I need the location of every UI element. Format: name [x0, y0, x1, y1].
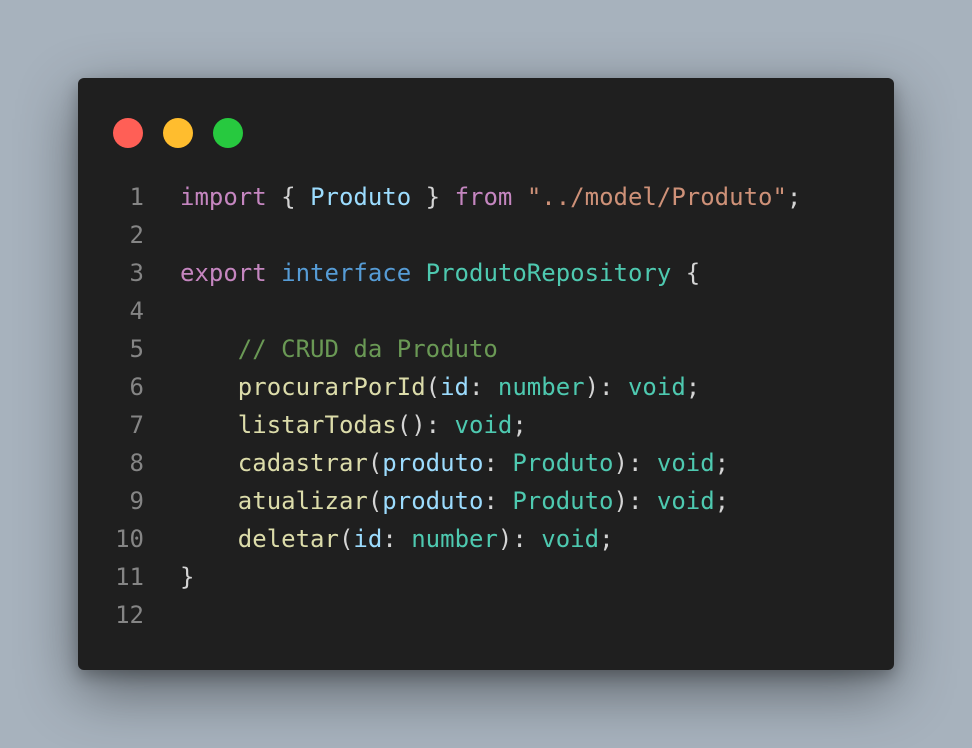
code-token: import	[180, 183, 267, 211]
code-token: Produto	[310, 183, 412, 211]
code-token: :	[469, 373, 498, 401]
line-number: 12	[115, 601, 144, 629]
code-token: id	[353, 525, 383, 553]
code-token: deletar	[237, 525, 339, 553]
line-number: 3	[129, 259, 144, 287]
code-line: 8 cadastrar(produto: Produto): void;	[78, 444, 894, 482]
line-number: 4	[129, 297, 144, 325]
code-token: id	[440, 373, 469, 401]
code-block: 1 import { Produto } from "../model/Produ…	[78, 178, 894, 634]
code-token: ;	[599, 525, 614, 553]
code-token: Produto	[512, 449, 614, 477]
code-line: 9 atualizar(produto: Produto): void;	[78, 482, 894, 520]
window-controls	[113, 118, 243, 148]
code-line: 7 listarTodas(): void;	[78, 406, 894, 444]
code-line: 11}	[78, 558, 894, 596]
code-token: void	[627, 373, 686, 401]
code-window: 1 import { Produto } from "../model/Produ…	[78, 78, 894, 670]
code-token: produto	[382, 487, 484, 515]
code-token: from	[454, 183, 513, 211]
line-number: 11	[115, 563, 144, 591]
code-token: ;	[512, 411, 527, 439]
code-token: ;	[714, 487, 730, 515]
line-source: listarTodas(): void;	[180, 406, 527, 444]
code-token: void	[454, 411, 513, 439]
code-token: (	[425, 373, 441, 401]
code-token: ):	[613, 449, 657, 477]
code-token: ;	[786, 183, 802, 211]
code-line: 6 procurarPorId(id: number): void;	[78, 368, 894, 406]
line-source: // CRUD da Produto	[180, 330, 498, 368]
line-number: 10	[115, 525, 144, 553]
line-number: 9	[129, 487, 144, 515]
code-token: {	[671, 259, 701, 287]
line-source: procurarPorId(id: number): void;	[180, 368, 700, 406]
code-line: 4	[78, 292, 894, 330]
code-token: // CRUD da Produto	[237, 335, 498, 363]
code-token: ;	[685, 373, 701, 401]
minimize-dot[interactable]	[163, 118, 193, 148]
code-token: :	[382, 525, 412, 553]
code-token: atualizar	[237, 487, 368, 515]
line-source: import { Produto } from "../model/Produt…	[180, 178, 801, 216]
line-number: 5	[129, 335, 144, 363]
code-token: "../model/Produto"	[526, 183, 787, 211]
line-source: }	[180, 558, 194, 596]
code-token: export	[180, 259, 267, 287]
code-token: ;	[714, 449, 730, 477]
code-token: ():	[396, 411, 455, 439]
code-token: (	[367, 449, 383, 477]
code-token: void	[656, 449, 715, 477]
code-line: 2	[78, 216, 894, 254]
code-token: procurarPorId	[237, 373, 426, 401]
code-line: 3 export interface ProdutoRepository {	[78, 254, 894, 292]
line-source: cadastrar(produto: Produto): void;	[180, 444, 729, 482]
code-line: 12	[78, 596, 894, 634]
line-number: 8	[129, 449, 144, 477]
code-token: :	[483, 487, 513, 515]
code-token: void	[541, 525, 600, 553]
line-number: 6	[129, 373, 144, 401]
close-dot[interactable]	[113, 118, 143, 148]
code-token: Produto	[512, 487, 614, 515]
code-token: (	[367, 487, 383, 515]
line-number: 7	[129, 411, 144, 439]
code-token: produto	[382, 449, 484, 477]
code-token: }	[411, 183, 455, 211]
code-token: :	[483, 449, 513, 477]
code-token: listarTodas	[237, 411, 397, 439]
code-token: }	[180, 563, 195, 591]
code-line: 10 deletar(id: number): void;	[78, 520, 894, 558]
maximize-dot[interactable]	[213, 118, 243, 148]
code-line: 5 // CRUD da Produto	[78, 330, 894, 368]
code-token: number	[411, 525, 498, 553]
code-token: ProdutoRepository	[425, 259, 672, 287]
code-token: ):	[584, 373, 628, 401]
code-token: interface	[281, 259, 412, 287]
line-number: 1	[129, 183, 144, 211]
code-token: cadastrar	[237, 449, 368, 477]
line-source: atualizar(produto: Produto): void;	[180, 482, 729, 520]
line-source: deletar(id: number): void;	[180, 520, 614, 558]
code-token: ):	[497, 525, 542, 553]
code-token: {	[266, 183, 311, 211]
line-number: 2	[129, 221, 144, 249]
code-token: number	[497, 373, 585, 401]
code-token: (	[338, 525, 354, 553]
code-token: void	[656, 487, 715, 515]
line-source: export interface ProdutoRepository {	[180, 254, 700, 292]
code-token: ):	[613, 487, 657, 515]
code-line: 1 import { Produto } from "../model/Produ…	[78, 178, 894, 216]
